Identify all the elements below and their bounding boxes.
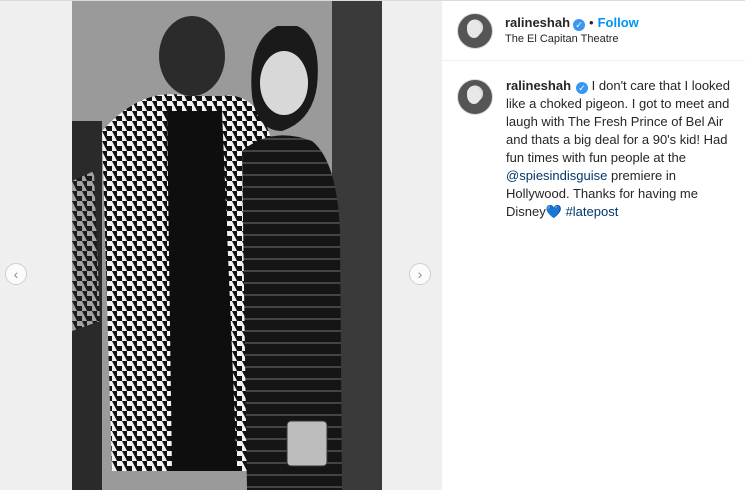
post-header: ralineshah ✓ • Follow The El Capitan Theatr… xyxy=(442,1,745,61)
caption-comment: ralineshah ✓ I don't care that I looked l… xyxy=(442,61,745,221)
post-photo[interactable] xyxy=(72,1,382,490)
post-sidebar: ralineshah ✓ • Follow The El Capitan Theatr… xyxy=(441,1,745,490)
caption-avatar[interactable] xyxy=(457,79,493,115)
post-media: ‹ › xyxy=(0,1,441,490)
avatar[interactable] xyxy=(457,12,493,49)
follow-button[interactable]: Follow xyxy=(598,15,639,30)
chevron-left-icon[interactable]: ‹ xyxy=(5,263,27,285)
caption-username-link[interactable]: ralineshah xyxy=(506,78,571,93)
instagram-post: ‹ › ralineshah ✓ • Follow The El Capitan Th… xyxy=(0,0,745,490)
mention-link[interactable]: @spiesindisguise xyxy=(506,168,607,183)
header-text: ralineshah ✓ • Follow The El Capitan Theatr… xyxy=(505,15,639,47)
caption-text: ralineshah ✓ I don't care that I looked l… xyxy=(506,77,732,221)
blue-heart-icon: 💙 xyxy=(545,204,562,219)
verified-badge-icon: ✓ xyxy=(576,82,589,94)
hashtag-link[interactable]: #latepost xyxy=(566,204,619,219)
chevron-right-icon[interactable]: › xyxy=(409,263,431,285)
photo-illustration xyxy=(72,1,382,490)
location-link[interactable]: The El Capitan Theatre xyxy=(505,31,639,47)
username-link[interactable]: ralineshah xyxy=(505,15,570,30)
verified-badge-icon: ✓ xyxy=(573,18,586,31)
separator-dot: • xyxy=(589,14,594,30)
